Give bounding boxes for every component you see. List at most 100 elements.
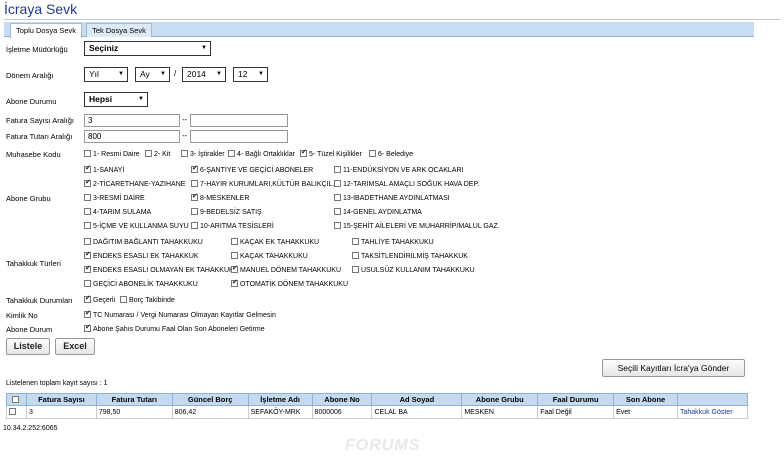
fatura-sayisi-max-input[interactable]	[190, 114, 288, 127]
column-header: Faal Durumu	[537, 393, 615, 406]
muhasebe-option[interactable]: 1- Resmi Daire	[84, 150, 140, 158]
donem-ay-end-select[interactable]: 12 ▼	[233, 67, 268, 82]
checkbox[interactable]	[334, 194, 341, 201]
tahakkuk-goster-link[interactable]: Tahakkuk Göster	[680, 409, 733, 416]
abone-grubu-option[interactable]: 5-İÇME VE KULLANMA SUYU	[84, 222, 189, 230]
fatura-tutari-max-input[interactable]	[190, 130, 288, 143]
checkbox[interactable]	[352, 238, 359, 245]
fatura-sayisi-min-input[interactable]: 3	[84, 114, 180, 127]
tahakkuk-option[interactable]: MANUEL DÖNEM TAHAKKUKU	[231, 264, 341, 274]
checkbox[interactable]	[84, 250, 91, 259]
checkbox[interactable]	[84, 309, 91, 318]
tahakkuk-option[interactable]: ENDEKS ESASLI EK TAHAKKUK	[84, 250, 199, 260]
checkbox[interactable]	[181, 150, 188, 157]
select-all-checkbox[interactable]	[11, 396, 19, 403]
send-to-icra-button[interactable]: Seçili Kayıtları İcra'ya Gönder	[602, 359, 745, 377]
tahakkuk-durum-option[interactable]: Borç Takibinde	[120, 296, 175, 304]
checkbox[interactable]	[84, 294, 91, 303]
tahakkuk-option[interactable]: TAHLİYE TAHAKKUKU	[352, 238, 434, 246]
abone-grubu-option[interactable]: 2-TİCARETHANE-YAZIHANE	[84, 178, 185, 188]
tahakkuk-option[interactable]: TAKSİTLENDİRİLMİŞ TAHAKKUK	[352, 252, 468, 260]
checkbox[interactable]	[84, 222, 91, 229]
checkbox[interactable]	[228, 150, 235, 157]
checkbox[interactable]	[120, 296, 127, 303]
tab-toplu-dosya-sevk[interactable]: Toplu Dosya Sevk	[10, 23, 82, 38]
abone-durumu-select[interactable]: Hepsi ▼	[84, 92, 148, 107]
abone-grubu-option[interactable]: 14-GENEL AYDINLATMA	[334, 208, 422, 216]
checkbox[interactable]	[84, 164, 91, 173]
checkbox[interactable]	[84, 150, 91, 157]
abone-grubu-option[interactable]: 4-TARIM SULAMA	[84, 208, 151, 216]
checkbox[interactable]	[191, 180, 198, 187]
fatura-tutari-separator: --	[182, 131, 188, 140]
abone-grubu-option[interactable]: 12-TARIMSAL AMAÇLI SOĞUK HAVA DEP.	[334, 180, 479, 188]
kimlik-option[interactable]: TC Numarası / Vergi Numarası Olmayan Kay…	[84, 309, 276, 319]
checkbox[interactable]	[300, 148, 307, 157]
abone-grubu-option[interactable]: 7-HAYIR KURUMLARI,KÜLTÜR BALIKÇIL..	[191, 180, 336, 188]
checkbox[interactable]	[84, 264, 91, 273]
abone-grubu-option[interactable]: 10-ARITMA TESİSLERİ	[191, 222, 274, 230]
muhasebe-option[interactable]: 2- Kit	[145, 150, 170, 158]
isletme-select[interactable]: Seçiniz ▼	[84, 41, 211, 56]
muhasebe-option[interactable]: 5- Tüzel Kişilikler	[300, 148, 362, 158]
tahakkuk-option[interactable]: OTOMATİK DÖNEM TAHAKKUKU	[231, 278, 348, 288]
donem-yil-end-select[interactable]: 2014 ▼	[182, 67, 226, 82]
tahakkuk-option[interactable]: USULSÜZ KULLANIM TAHAKKUKU	[352, 266, 475, 274]
muhasebe-option[interactable]: 4- Bağlı Ortaklıklar	[228, 150, 295, 158]
cell-abone-grubu: MESKEN	[461, 405, 539, 419]
abone-grubu-option[interactable]: 11-ENDÜKSİYON VE ARK OCAKLARI	[334, 166, 463, 174]
tahakkuk-option[interactable]: KAÇAK EK TAHAKKUKU	[231, 238, 319, 246]
tahakkuk-option[interactable]: KAÇAK TAHAKKUKU	[231, 252, 308, 260]
abone-grubu-option[interactable]: 3-RESMİ DAİRE	[84, 194, 145, 202]
row-checkbox[interactable]	[9, 408, 16, 415]
checkbox[interactable]	[84, 238, 91, 245]
abone-grubu-option[interactable]: 6-ŞANTİYE VE GEÇİCİ ABONELER	[191, 164, 313, 174]
fatura-tutari-min-input[interactable]: 800	[84, 130, 180, 143]
option-label: 4-TARIM SULAMA	[93, 209, 152, 216]
checkbox[interactable]	[145, 150, 152, 157]
checkbox[interactable]	[334, 208, 341, 215]
checkbox[interactable]	[334, 180, 341, 187]
donem-yil-start-select[interactable]: Yıl ▼	[84, 67, 128, 82]
checkbox[interactable]	[231, 238, 238, 245]
abone-grubu-option[interactable]: 9-BEDELSİZ SATIŞ	[191, 208, 262, 216]
checkbox[interactable]	[191, 208, 198, 215]
muhasebe-option[interactable]: 6- Belediye	[369, 150, 413, 158]
checkbox[interactable]	[84, 194, 91, 201]
tahakkuk-option[interactable]: ENDEKS ESASLI OLMAYAN EK TAHAKKUK	[84, 264, 234, 274]
checkbox[interactable]	[334, 166, 341, 173]
checkbox[interactable]	[84, 280, 91, 287]
tahakkuk-durum-option[interactable]: Geçerli	[84, 294, 116, 304]
checkbox[interactable]	[84, 208, 91, 215]
listele-button[interactable]: Listele	[6, 338, 50, 355]
checkbox[interactable]	[352, 252, 359, 259]
checkbox[interactable]	[369, 150, 376, 157]
checkbox[interactable]	[191, 192, 198, 201]
option-label: KAÇAK EK TAHAKKUKU	[240, 239, 320, 246]
abone-grubu-option[interactable]: 1-SANAYİ	[84, 164, 124, 174]
abone-grubu-option[interactable]: 15-ŞEHİT AİLELERİ VE MUHARRİP/MALUL GAZ.	[334, 222, 500, 230]
checkbox[interactable]	[84, 178, 91, 187]
checkbox[interactable]	[231, 264, 238, 273]
muhasebe-option[interactable]: 3- İştirakler	[181, 150, 225, 158]
donem-ay-start-select[interactable]: Ay ▼	[135, 67, 170, 82]
checkbox[interactable]	[334, 222, 341, 229]
checkbox[interactable]	[191, 164, 198, 173]
abone-durum-option[interactable]: Abone Şahıs Durumu Faal Olan Son Abonele…	[84, 323, 265, 333]
abone-grubu-option[interactable]: 13-İBADETHANE AYDINLATMASI	[334, 194, 450, 202]
option-label: Geçerli	[93, 297, 116, 304]
checkbox[interactable]	[231, 278, 238, 287]
column-header-select	[6, 393, 27, 406]
tab-tek-dosya-sevk[interactable]: Tek Dosya Sevk	[86, 23, 152, 37]
abone-grubu-option[interactable]: 8-MESKENLER	[191, 192, 249, 202]
checkbox[interactable]	[84, 323, 91, 332]
checkbox[interactable]	[231, 252, 238, 259]
isletme-label: İşletme Müdürlüğü	[6, 45, 68, 54]
checkbox[interactable]	[191, 222, 198, 229]
tahakkuk-option[interactable]: GEÇİCİ ABONELİK TAHAKKUKU	[84, 280, 198, 288]
abone-grubu-label: Abone Grubu	[6, 194, 51, 203]
checkbox[interactable]	[352, 266, 359, 273]
excel-button[interactable]: Excel	[55, 338, 95, 355]
fatura-sayisi-label: Fatura Sayısı Aralığı	[6, 116, 74, 125]
tahakkuk-option[interactable]: DAĞITIM BAĞLANTI TAHAKKUKU	[84, 238, 203, 246]
